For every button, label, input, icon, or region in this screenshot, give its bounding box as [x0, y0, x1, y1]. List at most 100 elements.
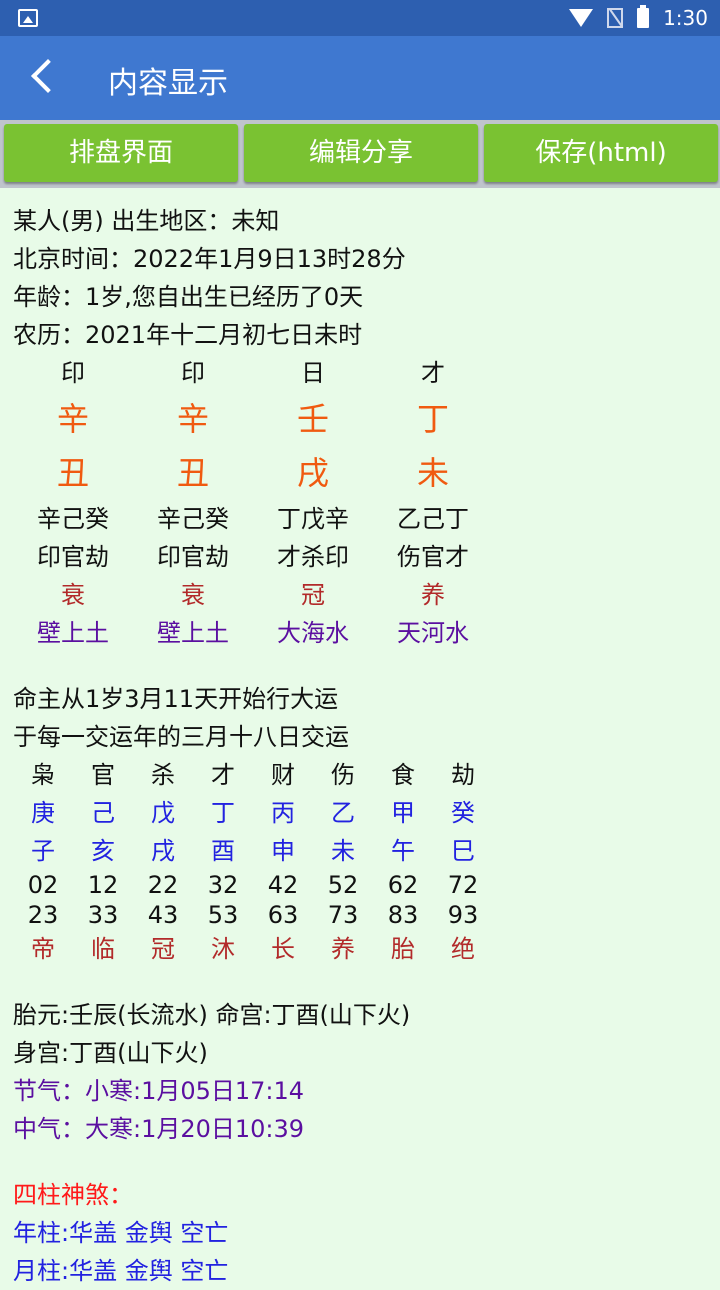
dayun-cell: 甲 — [391, 799, 415, 827]
dayun-cell: 未 — [331, 837, 355, 865]
status-time: 1:30 — [663, 6, 708, 30]
shensha-month: 月柱:华盖 金舆 空亡 — [13, 1257, 229, 1285]
dayun-cell: 亥 — [91, 837, 115, 865]
dayun-cell: 己 — [91, 799, 115, 827]
pillar-cell: 衰 — [61, 581, 85, 609]
pillar-nayin-row: 壁上土 壁上土 大海水 天河水 — [13, 614, 713, 652]
shensha-year: 年柱:华盖 金舆 空亡 — [13, 1219, 229, 1247]
dayun-cell: 午 — [391, 837, 415, 865]
pillar-cell: 衰 — [181, 581, 205, 609]
pillar-cell: 才杀印 — [277, 543, 349, 571]
no-sim-icon — [607, 8, 624, 28]
pillar-cell: 辛己癸 — [37, 505, 109, 533]
pillar-cell: 壁上土 — [157, 619, 229, 647]
pillar-cell: 印 — [181, 359, 205, 387]
dayun-cell: 胎 — [391, 935, 415, 963]
dayun-stages-row: 帝 临 冠 沐 长 养 胎 绝 — [13, 930, 713, 968]
dayun-cell: 食 — [391, 761, 415, 789]
paipan-button[interactable]: 排盘界面 — [4, 124, 238, 182]
pillar-cell: 印官劫 — [157, 543, 229, 571]
dayun-cell: 23 — [27, 901, 59, 929]
shensha-title: 四柱神煞： — [13, 1181, 133, 1209]
dayun-cell: 33 — [87, 901, 119, 929]
dayun-cell: 戊 — [151, 799, 175, 827]
dayun-cell: 长 — [271, 935, 295, 963]
pillar-branch-row: 丑 丑 戌 未 — [13, 446, 713, 500]
pillar-cell: 冠 — [301, 581, 325, 609]
info-line: 北京时间：2022年1月9日13时28分 — [13, 245, 406, 273]
dayun-cell: 伤 — [331, 761, 355, 789]
pillar-branch: 戌 — [296, 454, 329, 492]
wifi-icon — [569, 7, 594, 29]
dayun-intro: 于每一交运年的三月十八日交运 — [13, 723, 349, 751]
pillar-cell: 大海水 — [277, 619, 349, 647]
dayun-cell: 52 — [327, 871, 359, 899]
dayun-cell: 12 — [87, 871, 119, 899]
dayun-cell: 劫 — [451, 761, 475, 789]
pillar-cell: 印 — [61, 359, 85, 387]
result-content: 某人(男) 出生地区：未知 北京时间：2022年1月9日13时28分 年龄：1岁… — [13, 202, 713, 1290]
dayun-cell: 癸 — [451, 799, 475, 827]
dayun-cell: 乙 — [331, 799, 355, 827]
dayun-cell: 冠 — [151, 935, 175, 963]
dayun-cell: 43 — [147, 901, 179, 929]
dayun-cell: 子 — [31, 837, 55, 865]
dayun-cell: 83 — [387, 901, 419, 929]
info-line: 农历：2021年十二月初七日未时 — [13, 321, 363, 349]
dayun-cell: 丙 — [271, 799, 295, 827]
pillar-cell: 丁戊辛 — [277, 505, 349, 533]
dayun-start-ages-row: 02 12 22 32 42 52 62 72 — [13, 870, 713, 900]
dayun-stems-row: 庚 己 戊 丁 丙 乙 甲 癸 — [13, 794, 713, 832]
edit-share-button[interactable]: 编辑分享 — [244, 124, 478, 182]
dayun-cell: 才 — [211, 761, 235, 789]
dayun-cell: 绝 — [451, 935, 475, 963]
pillar-cell: 壁上土 — [37, 619, 109, 647]
jieqi-line: 节气：小寒:1月05日17:14 — [13, 1077, 305, 1105]
dayun-cell: 戌 — [151, 837, 175, 865]
pillar-cell: 养 — [421, 581, 445, 609]
dayun-cell: 财 — [271, 761, 295, 789]
dayun-cell: 官 — [91, 761, 115, 789]
dayun-cell: 32 — [207, 871, 239, 899]
pillar-cell: 日 — [301, 359, 325, 387]
pillar-stem-row: 辛 辛 壬 丁 — [13, 392, 713, 446]
info-line: 年龄：1岁,您自出生已经历了0天 — [13, 283, 364, 311]
dayun-cell: 杀 — [151, 761, 175, 789]
extra-line: 身宫:丁酉(山下火) — [13, 1039, 208, 1067]
zhongqi-line: 中气：大寒:1月20日10:39 — [13, 1115, 305, 1143]
status-icons: 1:30 — [569, 5, 708, 30]
dayun-intro: 命主从1岁3月11天开始行大运 — [13, 685, 339, 713]
pillar-cell: 才 — [421, 359, 445, 387]
save-html-button[interactable]: 保存(html) — [484, 124, 718, 182]
dayun-gods-row: 枭 官 杀 才 财 伤 食 劫 — [13, 756, 713, 794]
dayun-cell: 72 — [447, 871, 479, 899]
pillar-stem: 辛 — [56, 400, 89, 438]
dayun-end-ages-row: 23 33 43 53 63 73 83 93 — [13, 900, 713, 930]
dayun-cell: 养 — [331, 935, 355, 963]
dayun-cell: 02 — [27, 871, 59, 899]
dayun-cell: 73 — [327, 901, 359, 929]
pillar-stem: 辛 — [176, 400, 209, 438]
page-title: 内容显示 — [108, 66, 228, 101]
status-bar: 1:30 — [0, 0, 720, 36]
app-bar: 内容显示 — [0, 36, 720, 120]
action-toolbar: 排盘界面 编辑分享 保存(html) — [0, 120, 720, 188]
dayun-cell: 酉 — [211, 837, 235, 865]
back-arrow-icon[interactable] — [28, 58, 68, 98]
info-line: 某人(男) 出生地区：未知 — [13, 207, 280, 235]
pillar-cell: 辛己癸 — [157, 505, 229, 533]
dayun-cell: 庚 — [31, 799, 55, 827]
dayun-cell: 沐 — [211, 935, 235, 963]
dayun-cell: 93 — [447, 901, 479, 929]
pillar-branch: 未 — [416, 454, 449, 492]
dayun-cell: 枭 — [31, 761, 55, 789]
dayun-cell: 42 — [267, 871, 299, 899]
dayun-cell: 临 — [91, 935, 115, 963]
pillar-stage-row: 衰 衰 冠 养 — [13, 576, 713, 614]
dayun-cell: 63 — [267, 901, 299, 929]
battery-icon — [637, 5, 650, 28]
dayun-cell: 申 — [271, 837, 295, 865]
dayun-cell: 巳 — [451, 837, 475, 865]
dayun-cell: 62 — [387, 871, 419, 899]
pillar-cell: 天河水 — [397, 619, 469, 647]
